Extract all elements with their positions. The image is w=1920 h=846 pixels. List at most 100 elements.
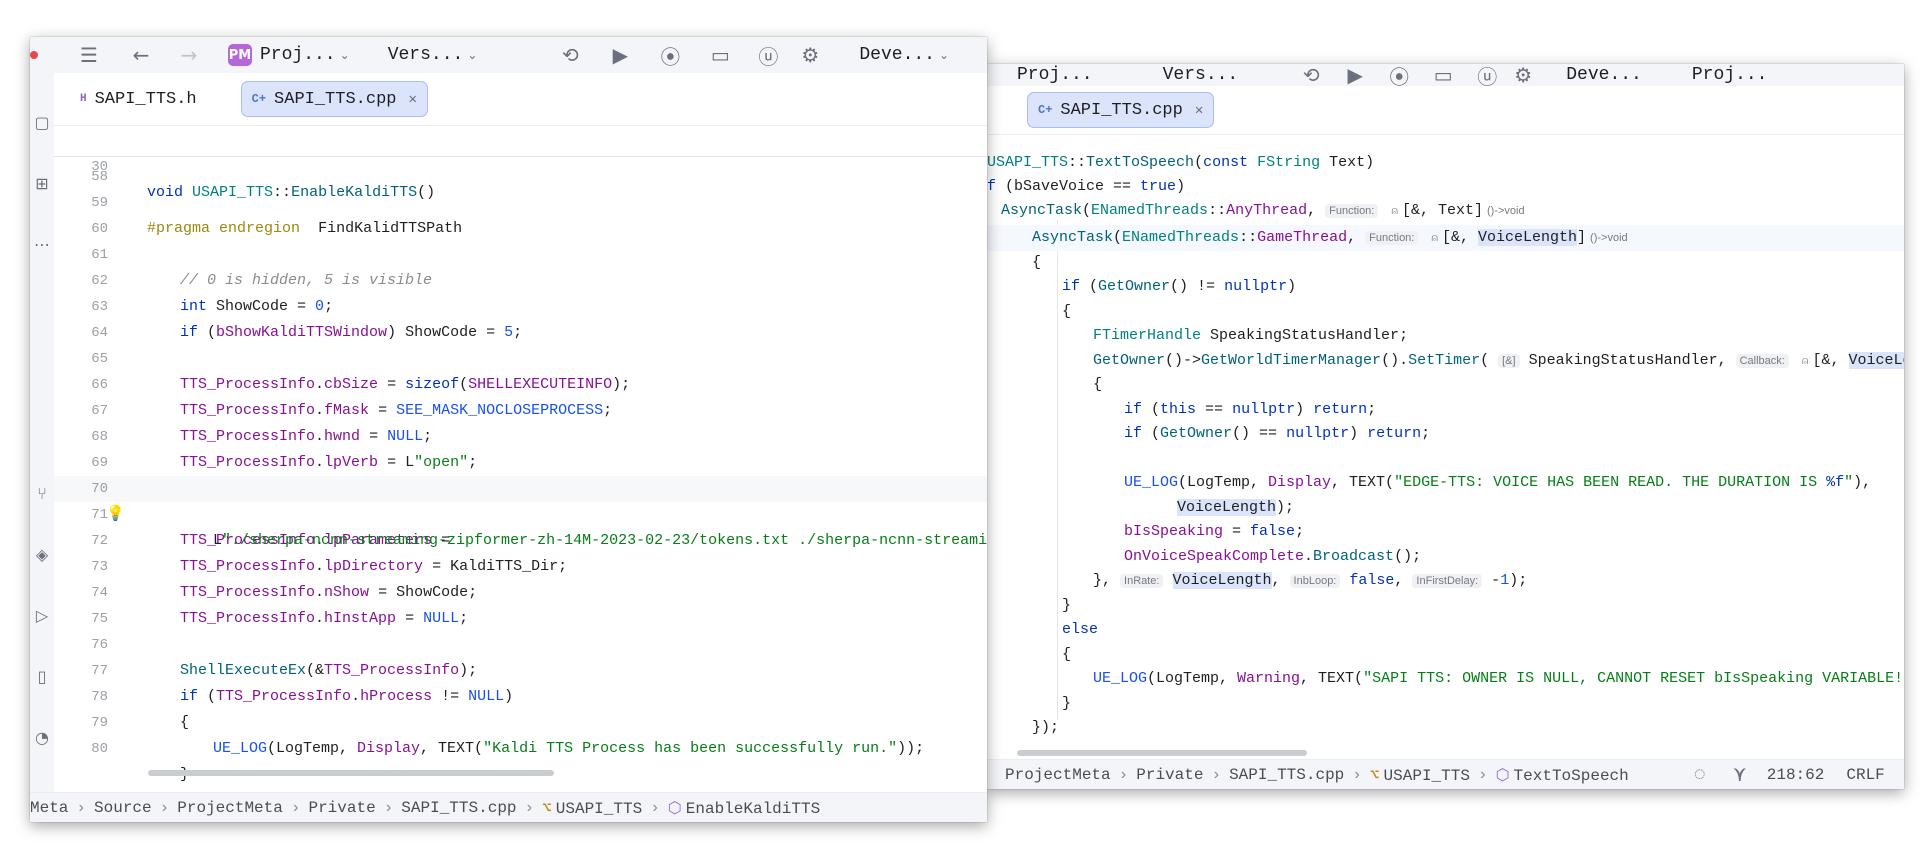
config-widget[interactable]: Deve... [1566, 65, 1642, 85]
debug-icon[interactable]: ⦿ [657, 41, 683, 70]
line-number: 80 [91, 741, 108, 757]
config-label: Deve... [859, 45, 935, 65]
tab-label: SAPI_TTS.cpp [1060, 100, 1183, 120]
terminal-tool-icon[interactable]: ▷ [30, 606, 54, 625]
method-icon: ⬡ [1495, 767, 1510, 785]
code-line: FTimerHandle SpeakingStatusHandler; [1093, 327, 1409, 344]
line-number: 61 [91, 247, 108, 263]
breadcrumb-item[interactable]: USAPI_TTS [1384, 767, 1470, 785]
build-icon[interactable]: ▶ [607, 43, 633, 67]
code-line: { [1093, 376, 1103, 393]
breadcrumb-item[interactable]: Source [94, 799, 152, 817]
structure-tool-icon[interactable]: ⊞ [30, 174, 54, 193]
vcs-status-icon[interactable]: ⋎ [1727, 762, 1753, 788]
breadcrumb-item[interactable]: Private [1136, 766, 1203, 784]
line-ending[interactable]: CRLF [1846, 766, 1884, 784]
tool-sidebar: ▢ ⊞ ⋯ ⑂ ◈ ▷ ▯ ◔ [30, 73, 54, 793]
line-number: 66 [91, 377, 108, 393]
line-number: 58 [91, 169, 108, 185]
config-widget[interactable]: Deve... ⌄ [859, 45, 949, 65]
close-icon[interactable]: ✕ [1195, 102, 1203, 119]
attach-icon[interactable]: ⚙ [1510, 64, 1536, 87]
services-tool-icon[interactable]: ▯ [30, 667, 54, 686]
project-label: Proj... [260, 45, 336, 65]
code-editor-left[interactable]: 57 LPCWSTR KaldiTTS_Dir = kTTS_WS.c_str(… [54, 126, 987, 792]
profile-icon[interactable]: ▭ [1430, 64, 1456, 87]
attach-icon[interactable]: ⚙ [797, 43, 823, 67]
notifications-tool-icon[interactable]: ◔ [30, 728, 54, 747]
code-line: if (this == nullptr) return; [1124, 401, 1377, 418]
code-line: } [1062, 695, 1072, 712]
code-line: USAPI_TTS::TextToSpeech(const FString Te… [987, 154, 1375, 171]
line-number: 60 [91, 221, 108, 237]
horizontal-scrollbar[interactable] [148, 770, 554, 776]
breadcrumb-item[interactable]: SAPI_TTS.cpp [401, 799, 516, 817]
line-number: 71 [91, 507, 108, 523]
vcs-tool-icon[interactable]: ⑂ [30, 484, 54, 503]
breadcrumb-item[interactable]: USAPI_TTS [556, 800, 642, 818]
code-line: { [1032, 254, 1042, 271]
vcs-widget[interactable]: Vers... ⌄ [388, 45, 478, 65]
code-line: if (GetOwner() != nullptr) [1062, 278, 1297, 295]
cursor-position[interactable]: 218:62 [1767, 766, 1825, 784]
class-icon: ⌥ [1369, 767, 1380, 785]
config-label: Deve... [1566, 65, 1642, 85]
code-line: }); [1032, 719, 1060, 736]
cpp-file-icon: C+ [1038, 103, 1053, 117]
code-line: { [1062, 303, 1072, 320]
sticky-scroll-header[interactable]: 30 void USAPI_TTS::EnableKaldiTTS() [54, 126, 987, 201]
code-line: GetOwner()->GetWorldTimerManager().SetTi… [1093, 348, 1904, 374]
breadcrumb-item[interactable]: ProjectMeta [1005, 766, 1111, 784]
unreal-icon[interactable]: ⓤ [755, 41, 781, 70]
main-toolbar: ☰ ← → PM Proj... ⌄ Vers... ⌄ ⟲ ▶ ⦿ ▭ ⓤ ⚙… [30, 37, 987, 73]
status-bar: Meta › Source › ProjectMeta › Private › SAPI… [30, 792, 987, 822]
recording-indicator [30, 51, 38, 59]
tab-sapi-tts-cpp[interactable]: C+ SAPI_TTS.cpp ✕ [240, 81, 428, 117]
problems-tool-icon[interactable]: ◈ [30, 545, 54, 564]
code-line: f (bSaveVoice == true) [987, 178, 1186, 195]
line-number: 65 [91, 351, 108, 367]
close-icon[interactable]: ✕ [408, 91, 416, 108]
line-number: 69 [91, 455, 108, 471]
line-number: 72 [91, 533, 108, 549]
project-label: Proj... [1017, 65, 1093, 85]
vcs-widget[interactable]: Vers... [1163, 65, 1239, 85]
breadcrumb-item[interactable]: TextToSpeech [1514, 767, 1629, 785]
more-tool-icon[interactable]: ⋯ [30, 235, 54, 254]
code-line: UE_LOG(LogTemp, Warning, TEXT("SAPI TTS:… [1093, 670, 1904, 687]
line-number: 76 [91, 637, 108, 653]
line-number: 79 [91, 715, 108, 731]
tab-sapi-tts-h[interactable]: H SAPI_TTS.h [70, 82, 207, 116]
tab-label: SAPI_TTS.h [94, 89, 197, 109]
editor-window-right: Proj... Vers... ⟲ ▶ ⦿ ▭ ⓤ ⚙ Deve... Proj… [987, 64, 1904, 789]
line-number: 77 [91, 663, 108, 679]
project-badge: PM [228, 44, 252, 66]
back-arrow-icon[interactable]: ← [128, 43, 154, 67]
code-editor-right[interactable]: USAPI_TTS::TextToSpeech(const FString Te… [987, 150, 1904, 750]
method-icon: ⬡ [667, 800, 682, 818]
line-number: 68 [91, 429, 108, 445]
breadcrumb-item[interactable]: SAPI_TTS.cpp [1229, 766, 1344, 784]
line-number: 64 [91, 325, 108, 341]
breadcrumb-item[interactable]: Private [308, 799, 375, 817]
breadcrumb-item[interactable]: Meta [30, 799, 68, 817]
status-bar: ProjectMeta › Private › SAPI_TTS.cpp › ⌥ USA… [987, 759, 1904, 789]
project-widget[interactable]: PM Proj... ⌄ [228, 44, 350, 66]
refresh-icon[interactable]: ⟲ [557, 43, 583, 67]
target-label: Proj... [1691, 65, 1768, 85]
forward-arrow-icon[interactable]: → [176, 43, 202, 67]
profile-icon[interactable]: ▭ [707, 43, 733, 67]
horizontal-scrollbar[interactable] [1017, 750, 1307, 756]
project-widget[interactable]: Proj... [1017, 65, 1093, 85]
hamburger-menu-icon[interactable]: ☰ [76, 43, 102, 67]
breadcrumb-item[interactable]: EnableKaldiTTS [686, 800, 820, 818]
tab-sapi-tts-cpp[interactable]: C+ SAPI_TTS.cpp ✕ [1027, 92, 1215, 128]
target-widget[interactable]: Proj... [1692, 65, 1768, 85]
build-icon[interactable]: ▶ [1342, 64, 1368, 87]
chevron-down-icon: ⌄ [467, 48, 478, 62]
project-tool-icon[interactable]: ▢ [30, 113, 54, 132]
progress-icon[interactable]: ◌ [1687, 764, 1713, 787]
refresh-icon[interactable]: ⟲ [1298, 64, 1324, 87]
breadcrumb-item[interactable]: ProjectMeta [177, 799, 283, 817]
code-line: UE_LOG(LogTemp, Display, TEXT("EDGE-TTS:… [1124, 474, 1872, 491]
